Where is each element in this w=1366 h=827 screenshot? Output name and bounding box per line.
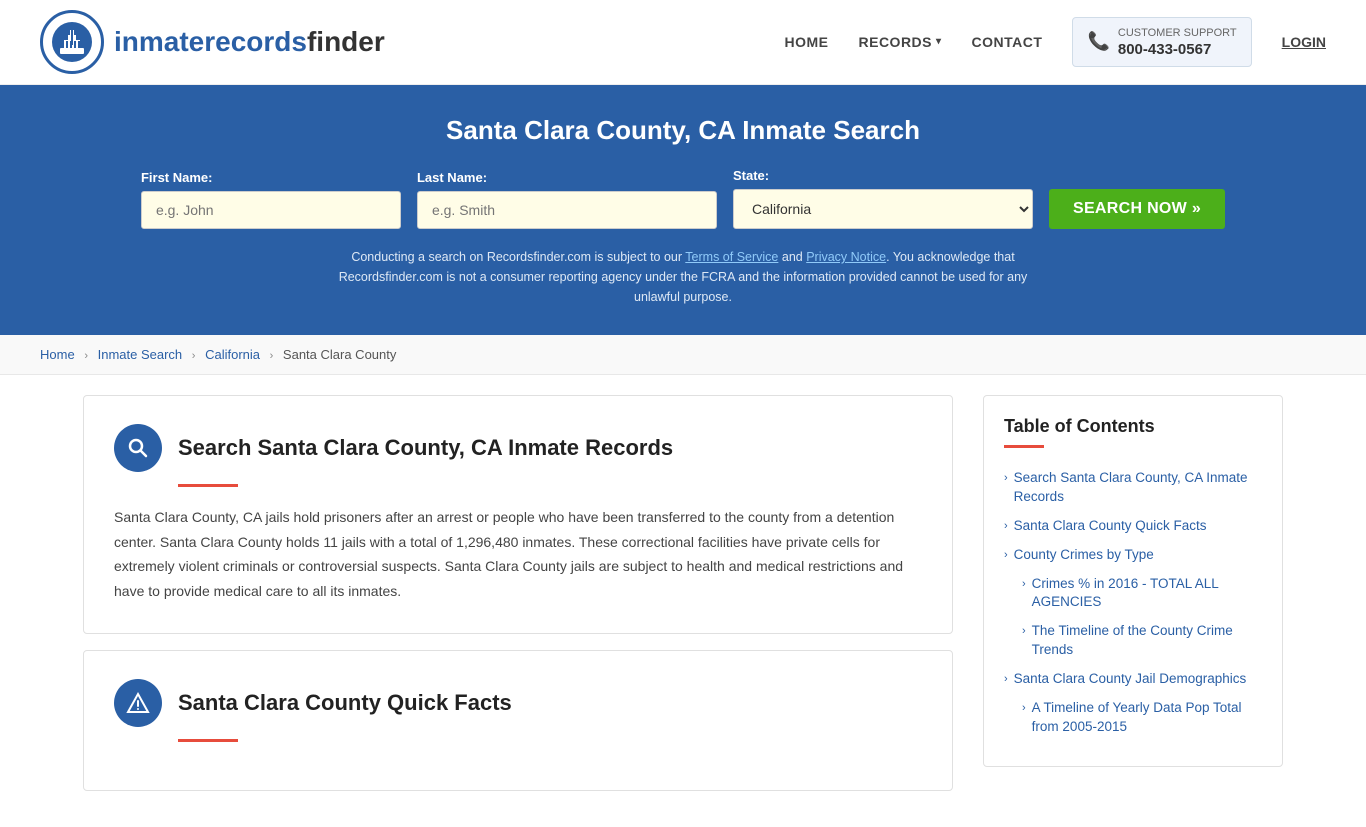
- logo-area: inmaterecordsfinder: [40, 10, 385, 74]
- chevron-down-icon: ▾: [936, 36, 942, 47]
- content-area: Search Santa Clara County, CA Inmate Rec…: [83, 395, 983, 807]
- card-title: Search Santa Clara County, CA Inmate Rec…: [178, 435, 673, 461]
- main-content: Search Santa Clara County, CA Inmate Rec…: [43, 375, 1323, 827]
- breadcrumb-sep-1: ›: [84, 350, 88, 362]
- nav-contact[interactable]: CONTACT: [972, 34, 1043, 50]
- quick-facts-underline: [178, 739, 238, 742]
- chevron-icon-7: ›: [1022, 701, 1026, 716]
- toc-item-4[interactable]: › Crimes % in 2016 - TOTAL ALL AGENCIES: [1004, 570, 1262, 618]
- breadcrumb: Home › Inmate Search › California › Sant…: [0, 335, 1366, 375]
- nav-home[interactable]: HOME: [785, 34, 829, 50]
- chevron-icon-2: ›: [1004, 519, 1008, 534]
- breadcrumb-sep-3: ›: [270, 350, 274, 362]
- first-name-input[interactable]: [141, 191, 401, 229]
- state-group: State: California Alabama Alaska Arizona…: [733, 168, 1033, 229]
- first-name-label: First Name:: [141, 170, 401, 185]
- hero-title: Santa Clara County, CA Inmate Search: [40, 115, 1326, 146]
- nav-login[interactable]: LOGIN: [1282, 34, 1326, 50]
- search-button[interactable]: SEARCH NOW »: [1049, 189, 1225, 229]
- support-box: 📞 CUSTOMER SUPPORT 800-433-0567: [1072, 17, 1251, 66]
- last-name-input[interactable]: [417, 191, 717, 229]
- toc-underline: [1004, 445, 1044, 448]
- chevron-icon-6: ›: [1004, 672, 1008, 687]
- toc-item-6[interactable]: › Santa Clara County Jail Demographics: [1004, 665, 1262, 694]
- alert-icon-circle: [114, 679, 162, 727]
- toc-item-7[interactable]: › A Timeline of Yearly Data Pop Total fr…: [1004, 694, 1262, 742]
- toc-item-1[interactable]: › Search Santa Clara County, CA Inmate R…: [1004, 464, 1262, 512]
- state-label: State:: [733, 168, 1033, 183]
- main-nav: HOME RECORDS ▾ CONTACT 📞 CUSTOMER SUPPOR…: [785, 17, 1327, 66]
- hero-disclaimer: Conducting a search on Recordsfinder.com…: [333, 247, 1033, 307]
- breadcrumb-california[interactable]: California: [205, 347, 260, 362]
- search-form: First Name: Last Name: State: California…: [40, 168, 1326, 229]
- breadcrumb-home[interactable]: Home: [40, 347, 75, 362]
- chevron-icon-5: ›: [1022, 624, 1026, 639]
- alert-icon: [126, 691, 150, 715]
- quick-facts-card: Santa Clara County Quick Facts: [83, 650, 953, 791]
- hero-section: Santa Clara County, CA Inmate Search Fir…: [0, 85, 1366, 335]
- logo-icon: [40, 10, 104, 74]
- support-info: CUSTOMER SUPPORT 800-433-0567: [1118, 26, 1237, 57]
- first-name-group: First Name:: [141, 170, 401, 229]
- chevron-icon-4: ›: [1022, 577, 1026, 592]
- title-underline: [178, 484, 238, 487]
- toc-item-3[interactable]: › County Crimes by Type: [1004, 541, 1262, 570]
- card-title-row: Search Santa Clara County, CA Inmate Rec…: [114, 424, 922, 472]
- quick-facts-title: Santa Clara County Quick Facts: [178, 690, 512, 716]
- search-icon: [126, 436, 150, 460]
- chevron-icon-1: ›: [1004, 471, 1008, 486]
- inmate-records-card: Search Santa Clara County, CA Inmate Rec…: [83, 395, 953, 634]
- card-body: Santa Clara County, CA jails hold prison…: [114, 505, 922, 603]
- phone-icon: 📞: [1087, 31, 1109, 52]
- header: inmaterecordsfinder HOME RECORDS ▾ CONTA…: [0, 0, 1366, 85]
- breadcrumb-inmate-search[interactable]: Inmate Search: [98, 347, 183, 362]
- chevron-icon-3: ›: [1004, 548, 1008, 563]
- state-select[interactable]: California Alabama Alaska Arizona Arkans…: [733, 189, 1033, 229]
- search-icon-circle: [114, 424, 162, 472]
- toc-title: Table of Contents: [1004, 416, 1262, 437]
- toc-card: Table of Contents › Search Santa Clara C…: [983, 395, 1283, 767]
- nav-records[interactable]: RECORDS ▾: [859, 34, 942, 50]
- toc-item-2[interactable]: › Santa Clara County Quick Facts: [1004, 512, 1262, 541]
- logo-text: inmaterecordsfinder: [114, 26, 385, 58]
- breadcrumb-current: Santa Clara County: [283, 347, 396, 362]
- breadcrumb-sep-2: ›: [192, 350, 196, 362]
- last-name-label: Last Name:: [417, 170, 717, 185]
- last-name-group: Last Name:: [417, 170, 717, 229]
- quick-facts-title-row: Santa Clara County Quick Facts: [114, 679, 922, 727]
- toc-item-5[interactable]: › The Timeline of the County Crime Trend…: [1004, 617, 1262, 665]
- privacy-link[interactable]: Privacy Notice: [806, 250, 886, 264]
- sidebar: Table of Contents › Search Santa Clara C…: [983, 395, 1283, 767]
- terms-link[interactable]: Terms of Service: [685, 250, 778, 264]
